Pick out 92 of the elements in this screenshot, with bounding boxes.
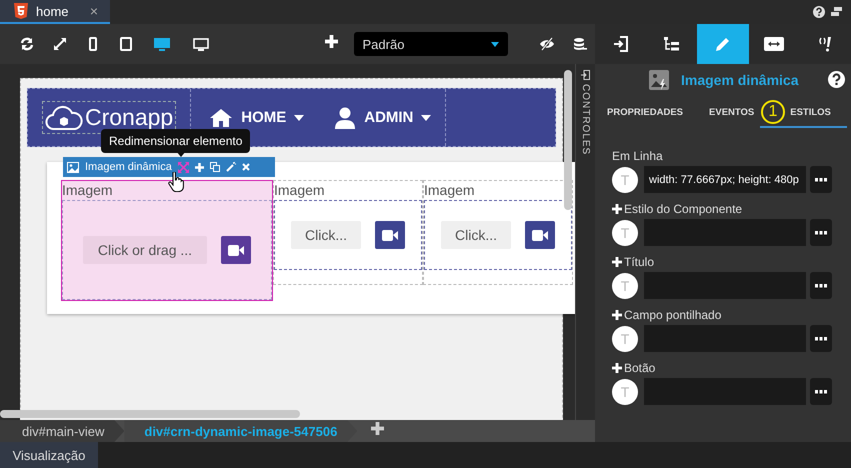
more-button[interactable]	[810, 166, 832, 193]
more-icon	[815, 284, 827, 288]
breadcrumb[interactable]: div#crn-dynamic-image-547506	[124, 420, 358, 442]
input-field[interactable]	[644, 378, 806, 405]
image-label: Imagem	[62, 181, 113, 200]
house-icon	[209, 108, 234, 128]
dynamic-image-component[interactable]: Imagem Click...	[273, 180, 423, 285]
field-label: Em Linha	[612, 148, 663, 162]
tooltip: Redimensionar elemento	[101, 129, 250, 153]
camera-button[interactable]	[525, 221, 555, 249]
component-title: Imagem dinâmica	[85, 161, 172, 173]
theme-select[interactable]: Padrão	[354, 32, 508, 56]
expand-icon	[612, 310, 622, 320]
input-field[interactable]	[644, 272, 806, 299]
monitor-icon	[153, 36, 172, 52]
video-camera-icon	[228, 244, 244, 256]
avatar: T	[612, 166, 638, 192]
hand-cursor-icon	[168, 172, 184, 192]
scrollbar[interactable]	[564, 70, 572, 210]
breadcrumb[interactable]: div#main-view	[0, 420, 124, 442]
close-icon[interactable]	[242, 163, 250, 171]
field-label: Campo pontilhado	[624, 308, 722, 322]
door-icon	[581, 70, 590, 80]
properties-tab[interactable]: EVENTOS	[709, 104, 754, 128]
bottom-tab[interactable]: Visualização	[0, 442, 98, 468]
expand-icon	[612, 204, 622, 214]
dynamic-image-component[interactable]: Imagem Click or drag ...	[61, 180, 273, 301]
upload-button[interactable]: Click...	[291, 221, 361, 249]
video-camera-icon	[382, 230, 398, 240]
help-icon[interactable]	[828, 71, 845, 88]
more-icon	[815, 230, 827, 234]
avatar: T	[612, 272, 638, 298]
pencil-icon	[715, 36, 731, 52]
properties-tab[interactable]: PROPRIEDADES	[607, 104, 684, 128]
camera-button[interactable]	[375, 221, 405, 249]
scrollbar[interactable]	[0, 410, 300, 418]
more-icon	[815, 178, 827, 182]
image-icon	[67, 162, 79, 172]
expand-icon	[612, 362, 622, 372]
caret-icon	[490, 42, 499, 46]
caret-icon	[294, 114, 304, 120]
image-label: Imagem	[424, 181, 475, 200]
close-button[interactable]: ×	[90, 3, 98, 19]
copy-icon[interactable]	[210, 162, 220, 172]
tooltip-arrow-icon	[176, 151, 186, 157]
component-title: Imagem dinâmica	[681, 72, 798, 88]
nav-menu-item[interactable]: ADMIN	[334, 106, 432, 128]
field-label: Botão	[624, 360, 656, 374]
wand-icon[interactable]	[226, 162, 236, 172]
database-icon	[572, 37, 587, 51]
upload-button[interactable]: Click or drag ...	[83, 236, 207, 264]
upload-button[interactable]: Click...	[441, 221, 511, 249]
input-field[interactable]	[644, 325, 806, 352]
step-marker: 1	[761, 100, 785, 124]
add-icon	[194, 162, 204, 172]
shield-icon	[14, 3, 28, 19]
eye-slash-icon	[538, 37, 555, 51]
image-label: Imagem	[274, 181, 325, 200]
expand-icon	[612, 256, 622, 266]
monitor-icon	[192, 36, 210, 52]
video-camera-icon	[532, 230, 548, 240]
expand-icon	[53, 37, 68, 51]
field-label: Estilo do Componente	[624, 202, 742, 216]
more-button[interactable]	[810, 325, 832, 352]
add-icon	[324, 35, 338, 48]
input-field[interactable]	[644, 219, 806, 246]
avatar: T	[612, 326, 638, 352]
restore-window-icon[interactable]	[831, 6, 842, 18]
width-icon	[764, 37, 784, 51]
avatar: T	[612, 220, 638, 246]
code-icon	[818, 36, 832, 52]
help-icon[interactable]	[813, 6, 825, 18]
dynamic-image-component[interactable]: Imagem Click...	[423, 180, 573, 285]
camera-button[interactable]	[221, 236, 251, 264]
editor-tab[interactable]: home ×	[0, 0, 110, 24]
nav-menu-item[interactable]: HOME	[209, 108, 304, 128]
user-icon	[334, 106, 356, 128]
input-field[interactable]: width: 77.6667px; height: 480p	[644, 166, 806, 193]
more-button[interactable]	[810, 272, 832, 299]
more-button[interactable]	[810, 219, 832, 246]
refresh-icon	[20, 37, 34, 51]
cloud-icon	[45, 104, 83, 130]
login-icon	[614, 36, 628, 52]
tree-icon	[664, 37, 680, 51]
add-icon	[371, 422, 384, 435]
image-icon	[649, 70, 669, 90]
more-icon	[815, 390, 827, 394]
more-button[interactable]	[810, 378, 832, 405]
more-icon	[815, 336, 827, 340]
field-label: Título	[624, 254, 654, 268]
avatar: T	[612, 378, 638, 404]
caret-icon	[421, 114, 432, 120]
